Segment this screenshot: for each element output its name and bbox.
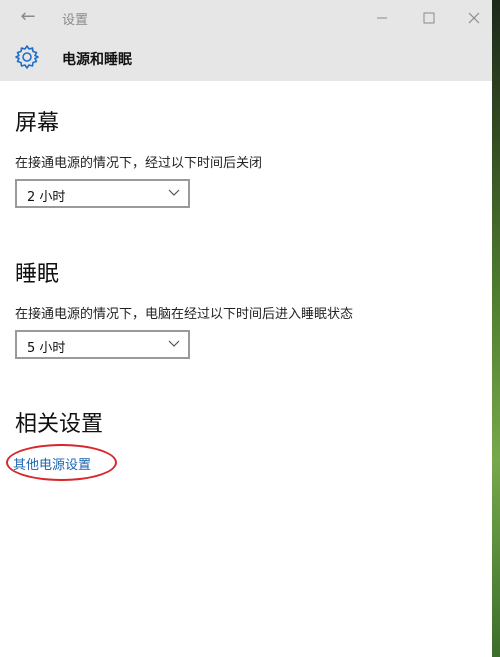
maximize-icon xyxy=(423,12,435,24)
sleep-section-title: 睡眠 xyxy=(15,262,60,287)
chevron-down-icon xyxy=(168,189,180,196)
chevron-down-icon xyxy=(168,340,180,347)
close-button[interactable] xyxy=(462,6,486,30)
screen-timeout-dropdown[interactable]: 2 小时 xyxy=(15,179,190,208)
screen-timeout-value: 2 小时 xyxy=(27,190,66,205)
screen-section-description: 在接通电源的情况下，经过以下时间后关闭 xyxy=(15,156,263,171)
additional-power-settings-link[interactable]: 其他电源设置 xyxy=(13,454,91,473)
title-bar: ← 设置 xyxy=(0,0,492,36)
back-arrow-icon[interactable]: ← xyxy=(18,7,38,27)
screen-section-title: 屏幕 xyxy=(15,111,60,136)
close-icon xyxy=(468,12,480,24)
page-header: 电源和睡眠 xyxy=(0,36,492,81)
related-settings-title: 相关设置 xyxy=(15,412,104,437)
maximize-button[interactable] xyxy=(417,6,441,30)
minimize-button[interactable] xyxy=(370,6,394,30)
sleep-section-description: 在接通电源的情况下，电脑在经过以下时间后进入睡眠状态 xyxy=(15,307,354,322)
sleep-timeout-dropdown[interactable]: 5 小时 xyxy=(15,330,190,359)
gear-icon xyxy=(15,45,39,69)
sleep-timeout-value: 5 小时 xyxy=(27,341,66,356)
window-title: 设置 xyxy=(62,13,89,28)
settings-window: ← 设置 电源和睡眠 屏幕 在接通电源的情况下，经过以下时间后关闭 2 小时 睡… xyxy=(0,0,492,657)
page-title: 电源和睡眠 xyxy=(62,52,132,68)
minimize-icon xyxy=(377,17,387,19)
desktop-background-right xyxy=(492,0,500,657)
settings-content: 屏幕 在接通电源的情况下，经过以下时间后关闭 2 小时 睡眠 在接通电源的情况下… xyxy=(0,81,492,657)
